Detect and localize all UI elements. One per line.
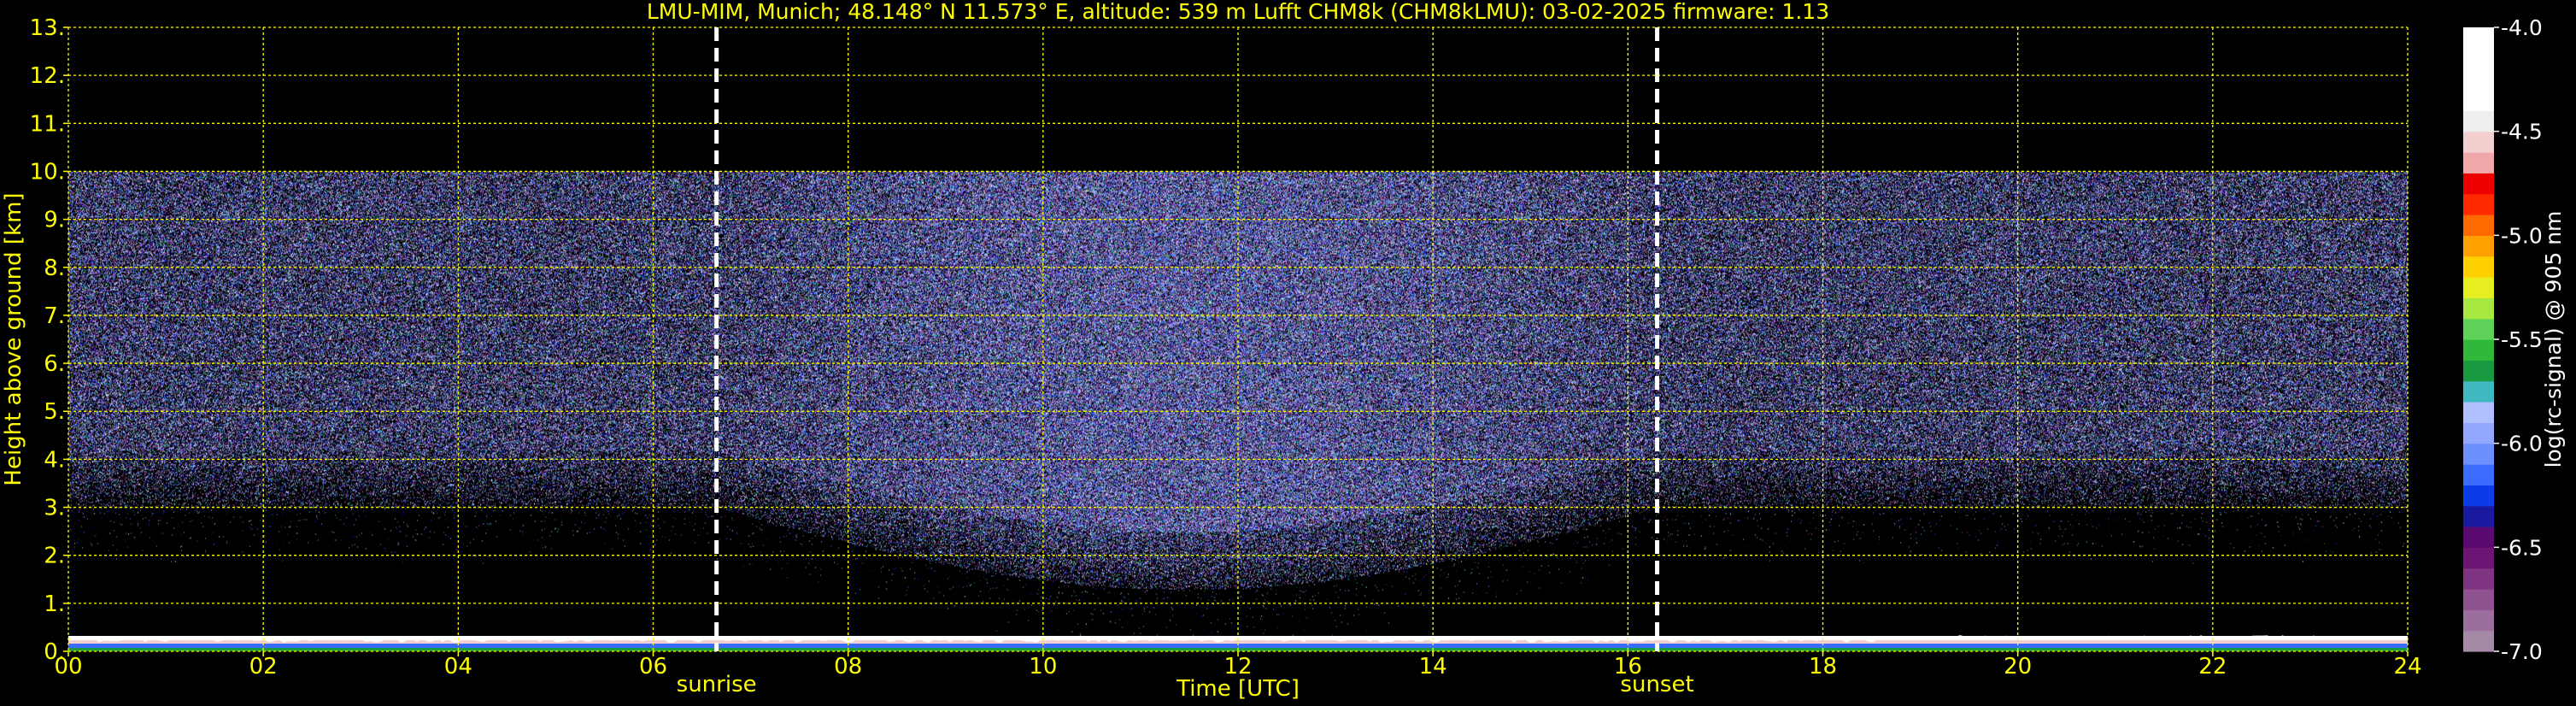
colorbar-segment (2463, 568, 2494, 590)
colorbar-segment (2463, 110, 2494, 132)
colorbar-tick-label: -4.0 (2501, 15, 2543, 40)
colorbar-segment (2463, 589, 2494, 610)
colorbar-segment (2463, 297, 2494, 320)
colorbar-segment (2463, 131, 2494, 153)
colorbar-segment (2463, 235, 2494, 257)
colorbar-segment (2463, 90, 2494, 111)
colorbar-segment (2463, 68, 2494, 91)
colorbar-segment (2463, 339, 2494, 361)
colorbar-segment (2463, 360, 2494, 382)
y-tick-label: 13. (30, 15, 65, 41)
colorbar-segment (2463, 215, 2494, 236)
colorbar-segment (2463, 27, 2494, 49)
colorbar-segment (2463, 464, 2494, 485)
colorbar-tick-label: -5.5 (2501, 327, 2543, 352)
colorbar-segment (2463, 318, 2494, 340)
colorbar-label: log(rc-signal) @ 905 nm (2541, 211, 2566, 468)
x-tick-label: 06 (639, 654, 667, 680)
colorbar-segment (2463, 443, 2494, 465)
x-axis-label: Time [UTC] (1176, 676, 1300, 702)
colorbar-segment (2463, 48, 2494, 70)
colorbar-segment (2463, 505, 2494, 527)
colorbar-segment (2463, 630, 2494, 652)
colorbar-segment (2463, 193, 2494, 215)
x-tick-label: 10 (1029, 654, 1057, 680)
colorbar-scale (2463, 27, 2494, 652)
x-tick-label: 24 (2393, 654, 2421, 680)
colorbar-segment (2463, 547, 2494, 569)
y-tick-label: 8. (44, 256, 65, 281)
x-tick-label: 18 (1809, 654, 1837, 680)
ceilometer-chart: LMU-MIM, Munich; 48.148° N 11.573° E, al… (1, 0, 2566, 702)
colorbar-tick-label: -6.0 (2501, 432, 2543, 456)
y-tick-label: 4. (44, 447, 65, 473)
y-tick-label: 1. (44, 591, 65, 617)
colorbar-segment (2463, 277, 2494, 298)
x-tick-label: 14 (1419, 654, 1447, 680)
sunrise-label: sunrise (677, 672, 757, 697)
colorbar-tick-label: -5.0 (2501, 223, 2543, 248)
y-axis-label: Height above ground [km] (1, 192, 26, 485)
y-tick-label: 9. (44, 208, 65, 233)
colorbar-tick-label: -6.5 (2501, 535, 2543, 560)
colorbar-segment (2463, 380, 2494, 403)
y-tick-label: 5. (44, 399, 65, 425)
y-tick-label: 2. (44, 544, 65, 569)
plot-area: sunrise sunset (67, 26, 2409, 697)
x-tick-label: 22 (2198, 654, 2227, 680)
colorbar-segment (2463, 422, 2494, 444)
colorbar-ticks: -7.0 -6.5 -6.0 -5.5 -5.0 -4.5 -4.0 (2494, 15, 2543, 664)
y-tick-label: 0. (44, 639, 65, 665)
y-tick-label: 3. (44, 496, 65, 521)
chart-title: LMU-MIM, Munich; 48.148° N 11.573° E, al… (647, 0, 1829, 24)
y-tick-label: 6. (44, 351, 65, 377)
colorbar-segment (2463, 485, 2494, 507)
x-tick-label: 04 (444, 654, 472, 680)
colorbar-segment (2463, 152, 2494, 174)
y-tick-label: 7. (44, 303, 65, 329)
colorbar: -7.0 -6.5 -6.0 -5.5 -5.0 -4.5 -4.0 log(rc-sign… (2463, 15, 2566, 664)
colorbar-segment (2463, 256, 2494, 278)
colorbar-segment (2463, 609, 2494, 632)
colorbar-tick-label: -7.0 (2501, 639, 2543, 664)
colorbar-tick-label: -4.5 (2501, 120, 2543, 144)
colorbar-segment (2463, 527, 2494, 548)
x-tick-label: 08 (834, 654, 862, 680)
colorbar-segment (2463, 173, 2494, 195)
y-tick-label: 12. (30, 63, 65, 89)
y-tick-label: 10. (30, 159, 65, 185)
y-axis-ticks: 0. 1. 2. 3. 4. 5. 6. 7. 8. 9. 10. 11. 12. 13. (30, 15, 68, 665)
x-tick-label: 16 (1614, 654, 1642, 680)
y-tick-label: 11. (30, 111, 65, 137)
x-tick-label: 02 (249, 654, 278, 680)
colorbar-segment (2463, 402, 2494, 423)
x-tick-label: 20 (2004, 654, 2032, 680)
